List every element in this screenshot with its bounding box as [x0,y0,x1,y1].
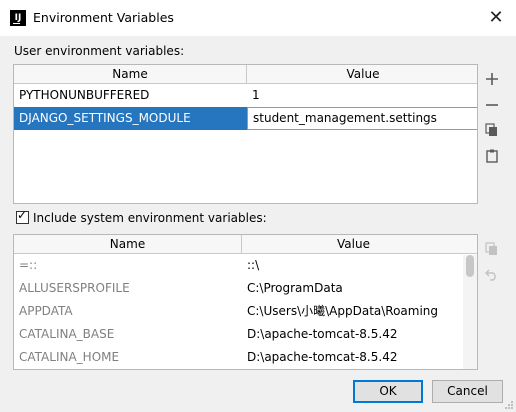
resize-grip-icon[interactable] [504,400,514,410]
env-value-cell[interactable]: C:\Users\小曦\AppData\Roaming [242,300,465,323]
env-name-cell[interactable]: APPDATA [14,300,242,323]
system-column-name-header[interactable]: Name [14,235,242,253]
table-row[interactable]: =:: ::\ [14,254,477,277]
include-system-checkbox[interactable]: ✓ [16,208,29,224]
table-row[interactable]: APPDATA C:\Users\小曦\AppData\Roaming [14,300,477,323]
user-env-label: User environment variables: [14,44,185,58]
scroll-thumb[interactable] [466,255,474,277]
checkmark-icon: ✓ [17,208,28,222]
table-row[interactable]: CATALINA_BASE D:\apache-tomcat-8.5.42 [14,323,477,346]
paste-icon[interactable] [483,147,501,165]
system-table-scrollbar[interactable] [463,255,477,369]
title-bar: IJ Environment Variables ✕ [0,0,516,36]
table-row[interactable]: CATALINA_HOME D:\apache-tomcat-8.5.42 [14,346,477,369]
env-value-cell[interactable]: D:\apache-tomcat-8.5.42 [242,323,465,346]
table-row-selected[interactable]: DJANGO_SETTINGS_MODULE student_managemen… [14,107,477,130]
table-row[interactable]: PYTHONUNBUFFERED 1 [14,84,477,107]
env-name-cell[interactable]: DJANGO_SETTINGS_MODULE [14,107,247,130]
add-icon[interactable] [483,70,501,88]
undo-icon[interactable] [483,265,501,283]
window-title: Environment Variables [33,10,174,25]
env-value-cell[interactable]: 1 [247,84,477,107]
cancel-button[interactable]: Cancel [432,380,503,403]
include-system-label[interactable]: Include system environment variables: [33,211,267,225]
env-name-cell[interactable]: PYTHONUNBUFFERED [14,84,247,107]
env-name-cell[interactable]: CATALINA_BASE [14,323,242,346]
copy-icon[interactable] [483,240,501,258]
user-table-header: Name Value [14,65,477,84]
system-table-header: Name Value [14,235,477,254]
env-name-cell[interactable]: =:: [14,254,242,277]
copy-icon[interactable] [483,121,501,139]
env-value-cell[interactable]: D:\apache-tomcat-8.5.42 [242,346,465,369]
env-value-cell[interactable]: C:\ProgramData [242,277,465,300]
user-env-table[interactable]: Name Value PYTHONUNBUFFERED 1 DJANGO_SET… [13,64,478,204]
system-env-table[interactable]: Name Value =:: ::\ ALLUSERSPROFILE C:\Pr… [13,234,478,370]
env-value-edit-field[interactable]: student_management.settings [247,107,477,130]
ok-button[interactable]: OK [353,380,423,403]
env-name-cell[interactable]: ALLUSERSPROFILE [14,277,242,300]
env-value-cell[interactable]: ::\ [242,254,465,277]
system-column-value-header[interactable]: Value [242,235,465,253]
user-column-value-header[interactable]: Value [247,65,477,83]
user-column-name-header[interactable]: Name [14,65,247,83]
close-button[interactable]: ✕ [484,6,508,30]
env-name-cell[interactable]: CATALINA_HOME [14,346,242,369]
table-row[interactable]: ALLUSERSPROFILE C:\ProgramData [14,277,477,300]
remove-icon[interactable] [483,96,501,114]
intellij-app-icon: IJ [10,10,26,26]
